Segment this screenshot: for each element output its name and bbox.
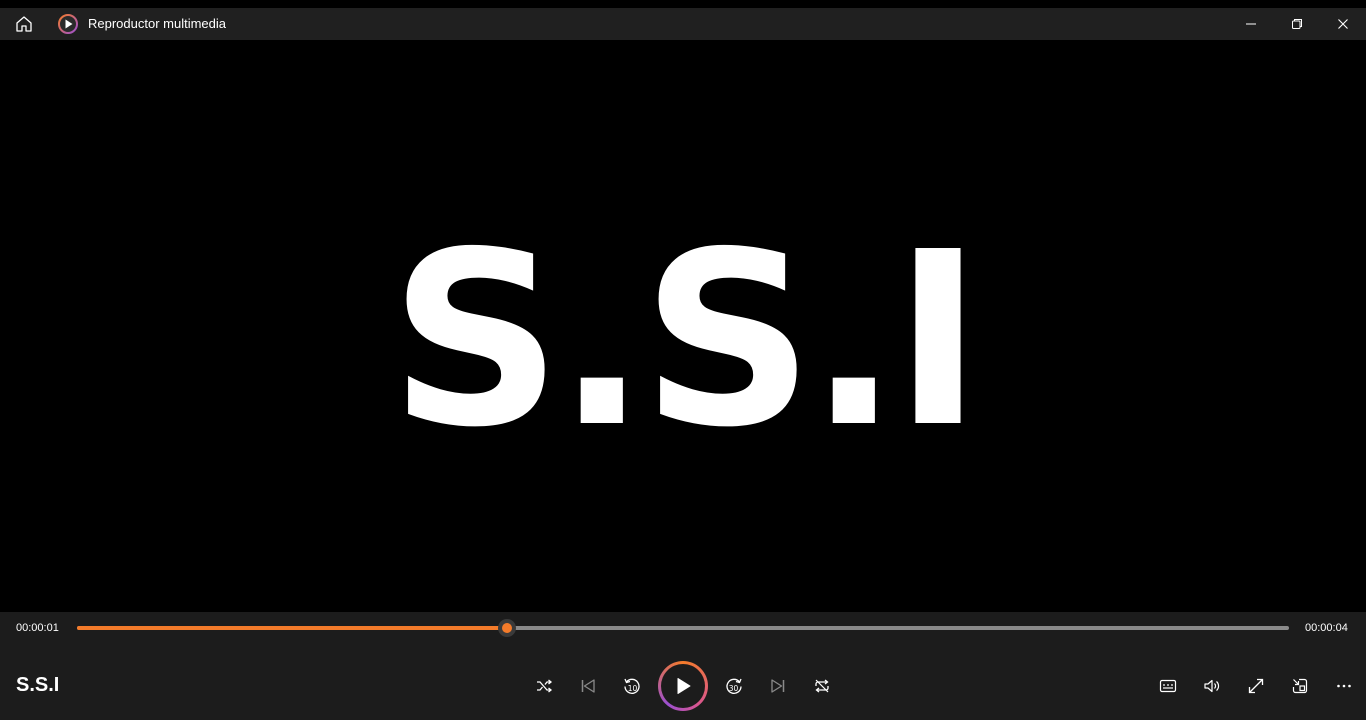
- seek-bar[interactable]: [77, 619, 1289, 637]
- volume-button[interactable]: [1196, 670, 1228, 702]
- rewind-10-button[interactable]: 10: [616, 670, 648, 702]
- minimize-button[interactable]: [1228, 8, 1274, 40]
- title-bar: Reproductor multimedia: [0, 8, 1366, 40]
- forward-30-button[interactable]: 30: [718, 670, 750, 702]
- media-player-app-icon: [57, 13, 79, 35]
- miniplayer-icon: [1292, 678, 1308, 694]
- repeat-button[interactable]: [806, 670, 838, 702]
- minimize-icon: [1246, 23, 1256, 25]
- previous-button[interactable]: [572, 670, 604, 702]
- play-icon: [677, 678, 691, 694]
- home-button[interactable]: [12, 12, 36, 36]
- restore-icon: [1292, 19, 1302, 29]
- playback-controls: 00:00:01 00:00:04 S.S.I 10 30: [0, 612, 1366, 720]
- top-strip: [0, 0, 1366, 8]
- video-frame-text: S.S.I: [389, 200, 982, 480]
- more-icon: [1337, 684, 1351, 688]
- video-area[interactable]: S.S.I: [0, 40, 1366, 612]
- fullscreen-icon: [1248, 678, 1264, 694]
- home-icon: [16, 16, 32, 32]
- current-time: 00:00:01: [16, 622, 59, 634]
- rewind-10-icon: 10: [624, 678, 640, 694]
- shuffle-icon: [537, 679, 553, 693]
- svg-text:30: 30: [729, 684, 739, 693]
- captions-button[interactable]: [1152, 670, 1184, 702]
- seek-progress: [77, 626, 508, 630]
- miniplayer-button[interactable]: [1284, 670, 1316, 702]
- seek-thumb[interactable]: [498, 619, 517, 637]
- close-icon: [1338, 19, 1348, 29]
- captions-icon: [1159, 679, 1177, 693]
- window-title: Reproductor multimedia: [88, 16, 227, 31]
- next-button[interactable]: [762, 670, 794, 702]
- seek-thumb-center: [502, 623, 513, 633]
- total-time: 00:00:04: [1305, 622, 1348, 634]
- close-button[interactable]: [1320, 8, 1366, 40]
- previous-icon: [581, 679, 595, 693]
- shuffle-button[interactable]: [528, 670, 560, 702]
- next-icon: [771, 679, 785, 693]
- fullscreen-button[interactable]: [1240, 670, 1272, 702]
- media-title: S.S.I: [16, 674, 60, 696]
- svg-text:10: 10: [628, 684, 638, 693]
- restore-button[interactable]: [1274, 8, 1320, 40]
- volume-icon: [1204, 679, 1220, 693]
- more-options-button[interactable]: [1328, 670, 1360, 702]
- repeat-icon: [815, 679, 829, 693]
- forward-30-icon: 30: [726, 678, 742, 694]
- play-button-inner: [661, 664, 705, 708]
- play-button[interactable]: [658, 661, 708, 711]
